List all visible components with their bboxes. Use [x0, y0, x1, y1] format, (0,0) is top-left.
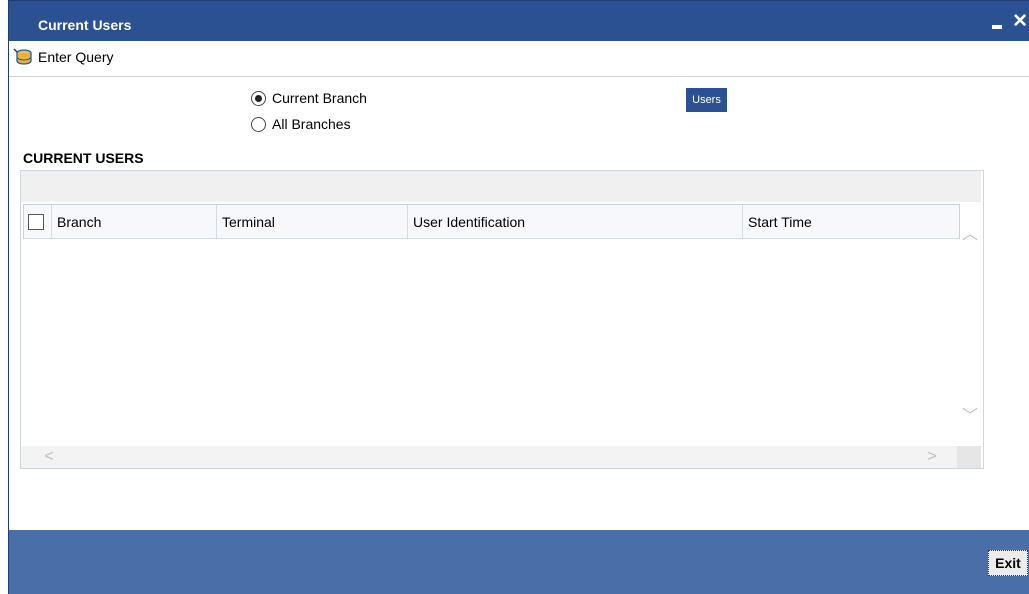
scroll-up-icon[interactable]: ︿ [962, 224, 978, 243]
title-bar: Current Users ✕ [9, 0, 1029, 41]
scroll-down-icon[interactable]: ﹀ [962, 406, 978, 425]
select-all-checkbox[interactable] [28, 213, 44, 230]
scroll-corner [957, 446, 981, 468]
footer-bar: Exit [9, 530, 1029, 594]
enter-query-button[interactable]: Enter Query [12, 47, 113, 67]
exit-button[interactable]: Exit [988, 550, 1028, 576]
all-branches-radio[interactable] [251, 116, 266, 132]
current-branch-label: Current Branch [272, 90, 367, 106]
column-header-user-identification[interactable]: User Identification [408, 205, 743, 238]
minimize-button[interactable] [992, 13, 1002, 29]
scroll-left-icon[interactable]: < [41, 448, 57, 465]
section-title: CURRENT USERS [23, 150, 144, 166]
current-users-window: Current Users ✕ Enter Query Current Bran… [8, 0, 1029, 594]
column-header-start-time[interactable]: Start Time [743, 205, 959, 238]
grid-toolbar [21, 171, 981, 202]
grid-header: Branch Terminal User Identification Star… [23, 204, 960, 239]
toolbar: Enter Query [9, 41, 1029, 77]
window-title: Current Users [38, 17, 132, 33]
all-branches-option[interactable]: All Branches [251, 116, 351, 132]
enter-query-label: Enter Query [38, 49, 114, 65]
current-users-grid: Branch Terminal User Identification Star… [20, 170, 984, 469]
horizontal-scrollbar[interactable]: < > [21, 446, 981, 468]
scroll-right-icon[interactable]: > [924, 448, 940, 465]
close-button[interactable]: ✕ [1012, 12, 1028, 31]
select-all-cell [24, 205, 52, 238]
current-branch-radio[interactable] [251, 90, 266, 106]
current-branch-option[interactable]: Current Branch [251, 90, 367, 106]
minimize-icon [992, 25, 1002, 29]
vertical-scrollbar[interactable]: ︿ ﹀ [960, 204, 982, 442]
column-header-terminal[interactable]: Terminal [217, 205, 408, 238]
column-header-branch[interactable]: Branch [52, 205, 217, 238]
all-branches-label: All Branches [272, 116, 351, 132]
users-button[interactable]: Users [686, 88, 727, 112]
database-query-icon [13, 48, 32, 65]
